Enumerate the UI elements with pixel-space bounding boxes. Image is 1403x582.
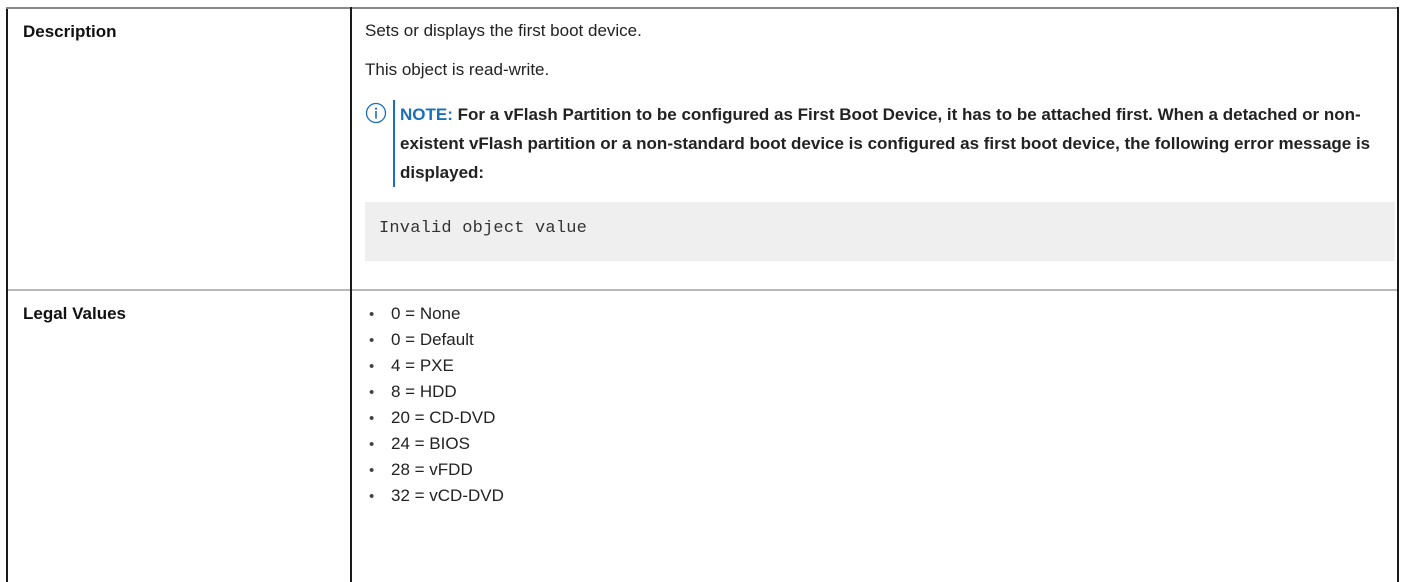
list-item-text: 4 = PXE (391, 356, 454, 375)
table-row-description: Description Sets or displays the first b… (6, 7, 1399, 290)
list-item-text: 32 = vCD-DVD (391, 486, 504, 505)
row-label-legal-values: Legal Values (23, 304, 126, 323)
bullet-icon: • (369, 357, 375, 375)
list-item: • 8 = HDD (365, 379, 1389, 405)
legal-values-list: • 0 = None • 0 = Default • 4 = PXE • 8 = HDD… (365, 301, 1389, 509)
list-item: • 32 = vCD-DVD (365, 483, 1389, 509)
list-item-text: 28 = vFDD (391, 460, 473, 479)
note-label: NOTE: (400, 105, 453, 124)
list-item: • 4 = PXE (365, 353, 1389, 379)
access-paragraph: This object is read-write. (365, 60, 550, 79)
note-text: NOTE: For a vFlash Partition to be confi… (400, 100, 1389, 187)
list-item-text: 0 = None (391, 304, 461, 323)
list-item: • 24 = BIOS (365, 431, 1389, 457)
note-callout: NOTE: For a vFlash Partition to be confi… (365, 100, 1389, 187)
bullet-icon: • (369, 383, 375, 401)
attribute-table: Description Sets or displays the first b… (6, 7, 1399, 582)
table-row-legal-values: Legal Values • 0 = None • 0 = Default • 4 =… (6, 289, 1399, 582)
row-label-cell: Legal Values (6, 289, 352, 582)
list-item-text: 24 = BIOS (391, 434, 470, 453)
bullet-icon: • (369, 331, 375, 349)
row-label-description: Description (23, 22, 117, 41)
bullet-icon: • (369, 409, 375, 427)
row-label-cell: Description (6, 7, 352, 290)
list-item: • 0 = Default (365, 327, 1389, 353)
list-item: • 28 = vFDD (365, 457, 1389, 483)
row-value-cell: • 0 = None • 0 = Default • 4 = PXE • 8 = HDD… (351, 289, 1399, 582)
bullet-icon: • (369, 487, 375, 505)
list-item-text: 0 = Default (391, 330, 474, 349)
code-block: Invalid object value (365, 202, 1395, 261)
bullet-icon: • (369, 435, 375, 453)
list-item: • 20 = CD-DVD (365, 405, 1389, 431)
list-item-text: 8 = HDD (391, 382, 457, 401)
bullet-icon: • (369, 461, 375, 479)
list-item: • 0 = None (365, 301, 1389, 327)
info-icon (365, 102, 387, 128)
row-value-cell: Sets or displays the first boot device. … (351, 7, 1399, 290)
list-item-text: 20 = CD-DVD (391, 408, 496, 427)
bullet-icon: • (369, 305, 375, 323)
note-accent-bar (393, 100, 395, 187)
description-paragraph: Sets or displays the first boot device. (365, 21, 642, 40)
note-body: For a vFlash Partition to be configured … (400, 105, 1371, 182)
